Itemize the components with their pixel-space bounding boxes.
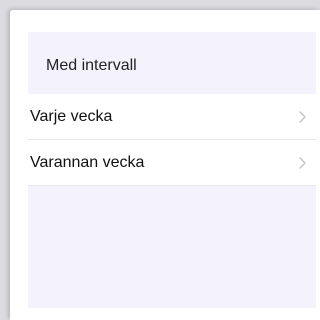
option-label: Varje vecka bbox=[30, 107, 113, 125]
app-screen: Med intervall Varje vecka Varannan vecka bbox=[10, 10, 320, 320]
section-header: Med intervall bbox=[28, 32, 316, 94]
option-every-week[interactable]: Varje vecka bbox=[28, 94, 316, 140]
option-every-other-week[interactable]: Varannan vecka bbox=[28, 140, 316, 186]
interval-options-list: Varje vecka Varannan vecka bbox=[28, 94, 316, 186]
chevron-right-icon bbox=[299, 156, 306, 169]
section-title: Med intervall bbox=[46, 57, 137, 74]
chevron-right-icon bbox=[299, 110, 306, 123]
option-label: Varannan vecka bbox=[30, 153, 145, 171]
